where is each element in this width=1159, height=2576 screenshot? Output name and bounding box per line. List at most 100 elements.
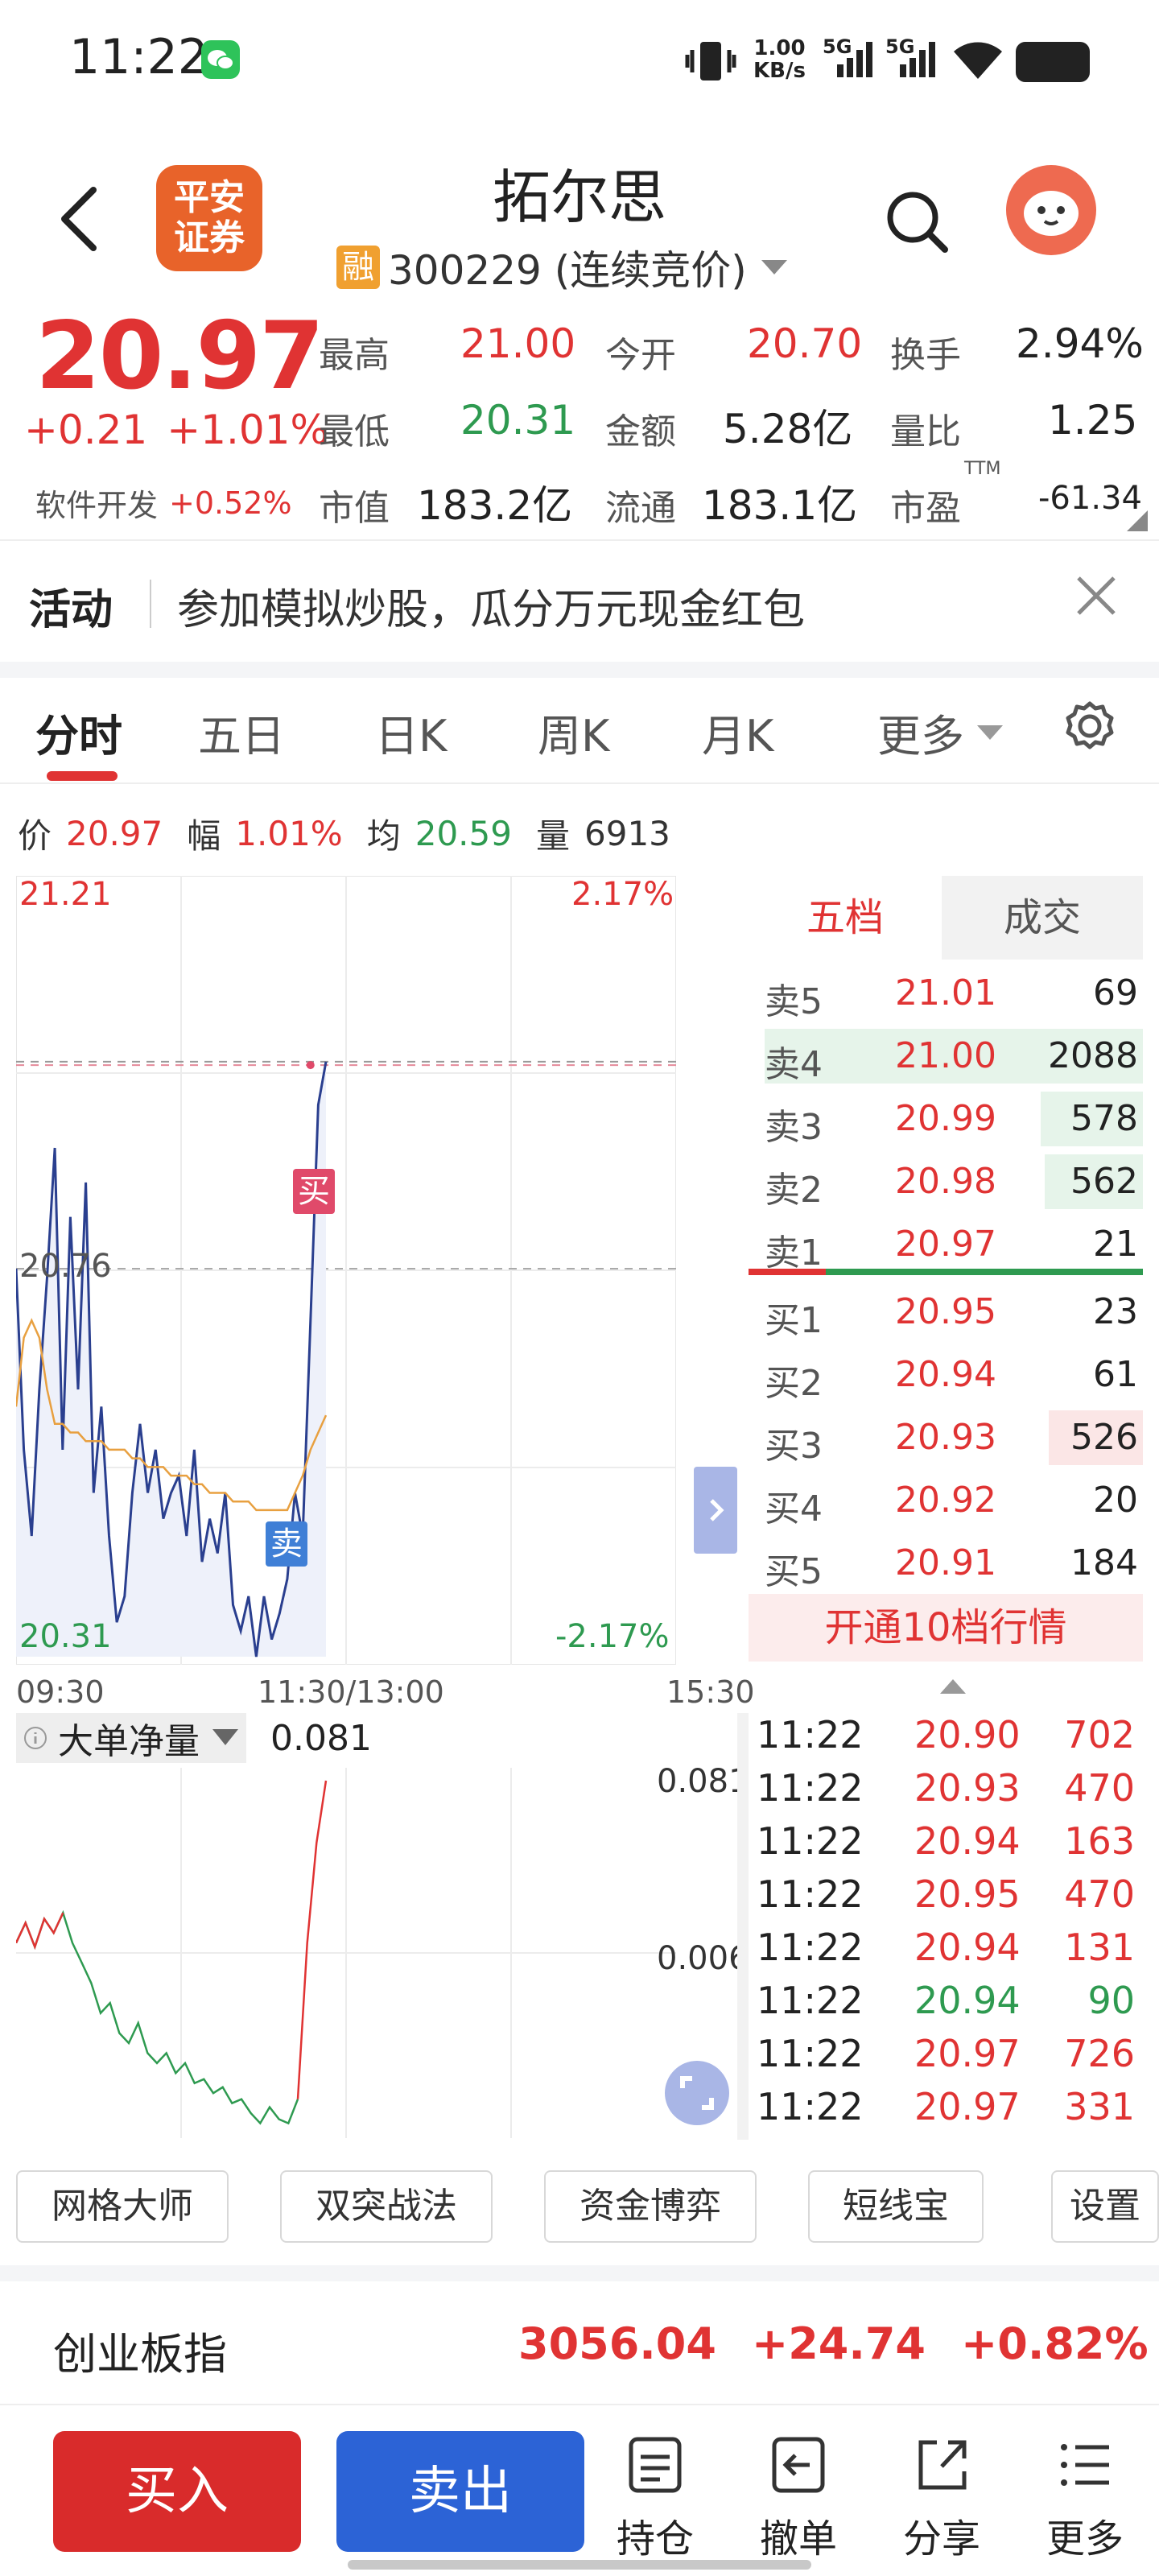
level-volume: 526 (1070, 1417, 1138, 1458)
dropdown-triangle-icon (761, 260, 787, 275)
divider (0, 782, 1159, 784)
level-volume: 61 (1093, 1354, 1138, 1395)
ttm-label: TTM (964, 459, 1001, 479)
field-label: 最低 (319, 411, 390, 452)
settings-gear-icon[interactable] (1061, 697, 1119, 758)
tab-more[interactable]: 更多 (877, 700, 1004, 764)
cancel-order-label: 撤单 (759, 2516, 837, 2562)
collapse-up-icon[interactable] (938, 1676, 967, 1699)
cancel-order-button[interactable]: 撤单 (742, 2433, 855, 2563)
bid-level-row[interactable]: 买2 20.94 61 (749, 1344, 1143, 1406)
tab-five-levels[interactable]: 五档 (749, 876, 942, 960)
field-label: 金额 (605, 411, 676, 452)
level-label: 买2 (765, 1363, 823, 1404)
tab-daily-k[interactable]: 日K (375, 700, 447, 764)
ratio-bar-buy (826, 1269, 1143, 1275)
upgrade-level10-button[interactable]: 开通10档行情 (749, 1594, 1143, 1662)
index-change: +24.74 (751, 2318, 926, 2369)
x-label-open: 09:30 (16, 1674, 105, 1710)
expand-corner-icon[interactable] (1125, 509, 1149, 536)
divider (0, 662, 1159, 678)
expand-panel-handle[interactable] (694, 1467, 737, 1554)
sub-y-label-top: 0.081 (657, 1763, 749, 1800)
assistant-avatar-icon[interactable] (1006, 165, 1096, 255)
sell-marker[interactable]: 卖 (266, 1521, 307, 1567)
tab-trades[interactable]: 成交 (943, 876, 1141, 960)
signal-5g-icon: 5G (823, 35, 879, 87)
price-change: +0.21 (24, 407, 148, 453)
sub-y-label-mid: 0.006 (657, 1940, 749, 1977)
buy-marker[interactable]: 买 (293, 1169, 335, 1214)
positions-button[interactable]: 持仓 (599, 2433, 711, 2563)
tool-grid-master[interactable]: 网格大师 (16, 2170, 229, 2243)
low-value: 20.31 (460, 397, 576, 444)
tool-fund-game[interactable]: 资金博弈 (544, 2170, 757, 2243)
tab-intraday[interactable]: 分时 (35, 700, 122, 764)
trade-row: 11:22 20.97 726 (757, 2032, 1135, 2085)
ask-level-row[interactable]: 卖3 20.99 578 (749, 1088, 1143, 1150)
intraday-chart[interactable] (14, 875, 677, 1666)
tool-short-line[interactable]: 短线宝 (808, 2170, 984, 2243)
level-price: 21.00 (895, 1035, 996, 1076)
ask-level-row[interactable]: 卖1 20.97 21 (749, 1214, 1143, 1275)
ask-level-row[interactable]: 卖2 20.98 562 (749, 1151, 1143, 1212)
positions-icon (629, 2437, 682, 2493)
home-indicator[interactable] (348, 2560, 811, 2570)
trade-row: 11:22 20.93 470 (757, 1766, 1135, 1819)
sell-button[interactable]: 卖出 (336, 2431, 584, 2552)
share-button[interactable]: 分享 (885, 2433, 998, 2563)
level-label: 卖3 (765, 1107, 823, 1148)
back-button[interactable] (56, 185, 105, 256)
index-name[interactable]: 创业板指 (53, 2318, 227, 2382)
high-value: 21.00 (460, 320, 576, 367)
trade-time: 11:22 (757, 1713, 864, 1757)
trade-volume: 702 (1064, 1713, 1135, 1757)
y-label-top: 21.21 (19, 876, 112, 913)
bid-level-row[interactable]: 买3 20.93 526 (749, 1407, 1143, 1468)
broker-logo[interactable]: 平安 证券 (156, 165, 262, 271)
index-quote[interactable]: 3056.04 +24.74 +0.82% (518, 2318, 1159, 2369)
trade-time: 11:22 (757, 1979, 864, 2022)
bid-level-row[interactable]: 买4 20.92 20 (749, 1470, 1143, 1531)
more-button[interactable]: 更多 (1029, 2433, 1141, 2563)
y-label-mid: 20.76 (19, 1248, 112, 1285)
level-label: 买3 (765, 1426, 823, 1467)
level-price: 20.99 (895, 1098, 996, 1139)
level-price: 20.92 (895, 1480, 996, 1521)
trade-row: 11:22 20.95 470 (757, 1872, 1135, 1926)
close-icon[interactable] (1074, 573, 1119, 621)
tool-double-breakout[interactable]: 双突战法 (280, 2170, 493, 2243)
divider (737, 1713, 749, 2140)
speed-unit: KB/s (753, 59, 806, 83)
ask-level-row[interactable]: 卖5 21.01 69 (749, 963, 1143, 1024)
tab-five-day[interactable]: 五日 (198, 700, 285, 764)
trade-row: 11:22 20.94 90 (757, 1979, 1135, 2032)
more-label: 更多 (1046, 2516, 1124, 2562)
tool-settings[interactable]: 设置 (1051, 2170, 1159, 2243)
ask-level-row[interactable]: 卖4 21.00 2088 (749, 1026, 1143, 1087)
tab-weekly-k[interactable]: 周K (538, 700, 609, 764)
trade-price: 20.97 (914, 2085, 1021, 2128)
stock-title: 拓尔思 (492, 163, 666, 231)
info-price-label: 价 (18, 816, 52, 856)
market-cap-value: 183.2亿 (417, 482, 573, 529)
tab-more-label: 更多 (877, 711, 964, 762)
sector-link[interactable]: 软件开发 +0.52% (35, 481, 292, 525)
bid-level-row[interactable]: 买1 20.95 23 (749, 1282, 1143, 1343)
indicator-selector[interactable]: 大单净量 (16, 1713, 246, 1763)
buy-button[interactable]: 买入 (53, 2431, 301, 2552)
fullscreen-icon[interactable] (665, 2061, 729, 2125)
index-value: 3056.04 (518, 2318, 716, 2369)
tab-monthly-k[interactable]: 月K (702, 700, 773, 764)
bid-level-row[interactable]: 买5 20.91 184 (749, 1533, 1143, 1594)
activity-banner[interactable]: 参加模拟炒股，瓜分万元现金红包 (177, 576, 805, 636)
level-label: 卖5 (765, 981, 823, 1022)
level-label: 卖4 (765, 1044, 823, 1085)
info-vol-label: 量 (535, 816, 570, 856)
x-label-midday: 11:30/13:00 (258, 1674, 444, 1710)
trade-time: 11:22 (757, 1766, 864, 1810)
big-order-chart[interactable] (14, 1768, 676, 2138)
stock-code-status[interactable]: 融 300229 (连续竞价) (336, 238, 790, 296)
indicator-name: 大单净量 (58, 1721, 200, 1762)
search-icon[interactable] (882, 187, 951, 259)
